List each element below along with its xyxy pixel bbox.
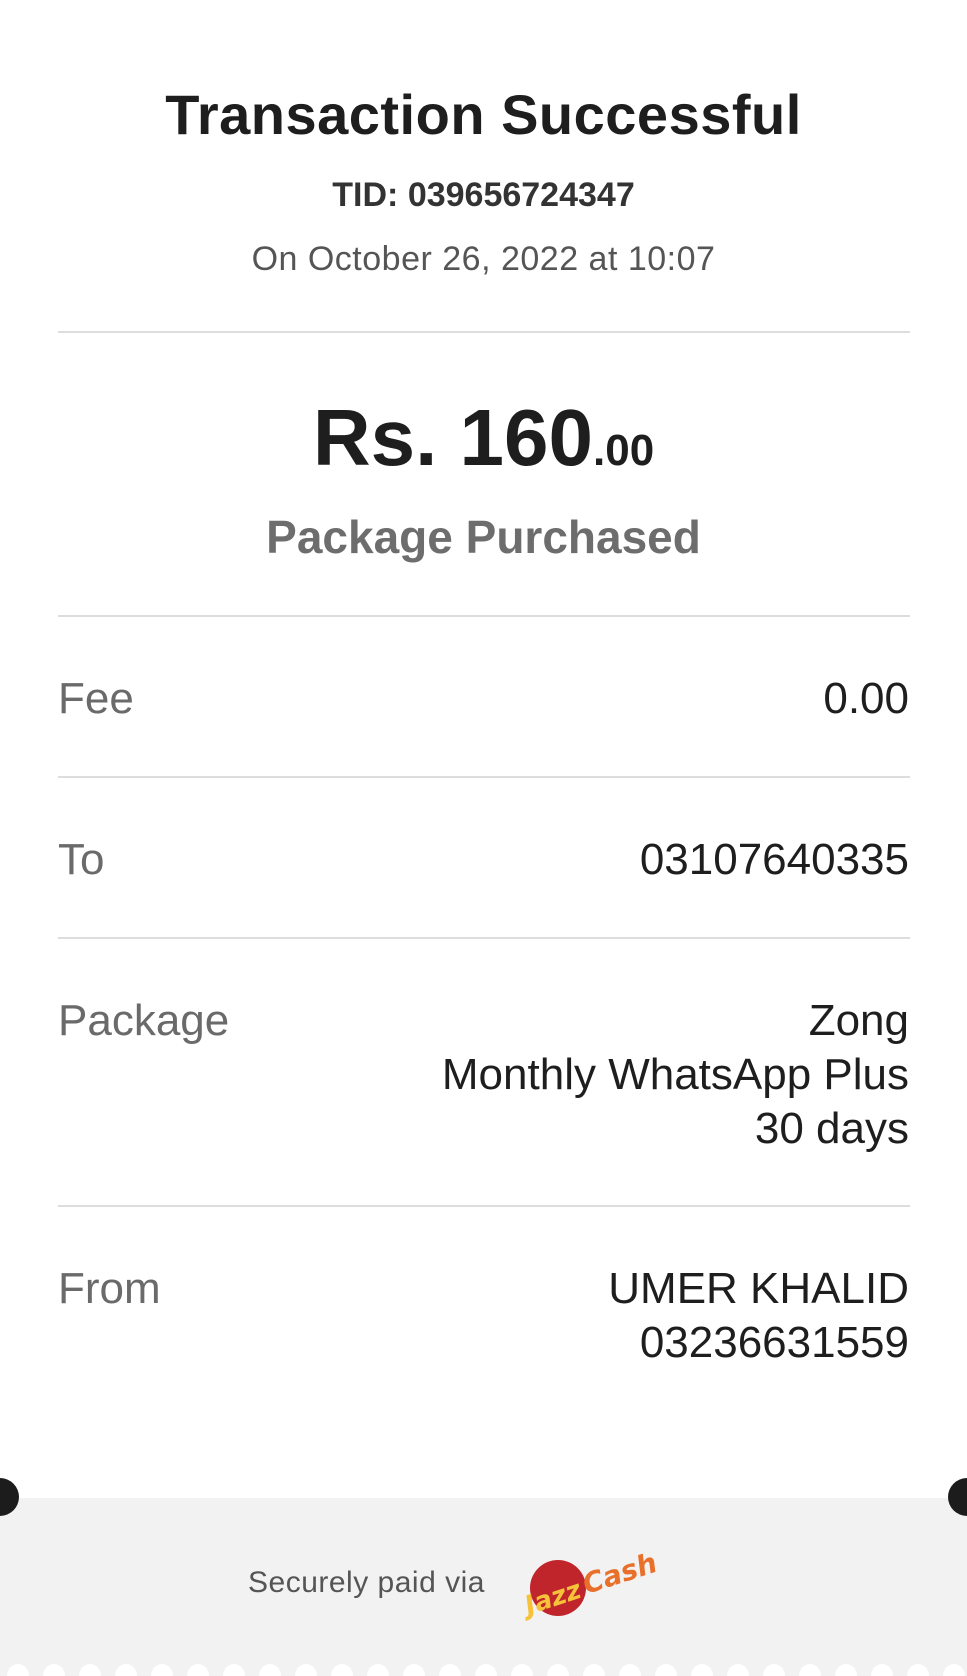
amount-label: Package Purchased xyxy=(266,511,701,563)
transaction-id: TID: 039656724347 xyxy=(0,176,967,215)
scallop xyxy=(151,1664,173,1676)
scallop xyxy=(547,1664,569,1676)
package-operator: Zong xyxy=(808,996,909,1045)
scallop xyxy=(187,1664,209,1676)
scallop xyxy=(619,1664,641,1676)
receipt-scalloped-edge xyxy=(7,1664,965,1676)
tid-value: 039656724347 xyxy=(407,176,635,214)
scallop xyxy=(799,1664,821,1676)
scallop xyxy=(403,1664,425,1676)
scallop xyxy=(7,1664,29,1676)
amount-decimal: .00 xyxy=(593,426,655,475)
amount-main: Rs. 160 xyxy=(312,393,594,482)
scallop xyxy=(331,1664,353,1676)
scallop xyxy=(907,1664,929,1676)
from-label: From xyxy=(58,1264,161,1313)
scallop xyxy=(43,1664,65,1676)
fee-label: Fee xyxy=(58,674,134,723)
scallop xyxy=(115,1664,137,1676)
page-title: Transaction Successful xyxy=(165,83,802,146)
scallop xyxy=(79,1664,101,1676)
package-label: Package xyxy=(58,996,230,1045)
scallop xyxy=(583,1664,605,1676)
amount: Rs. 160.00 xyxy=(0,392,967,484)
from-value: UMER KHALID 03236631559 xyxy=(608,1262,909,1370)
scallop xyxy=(439,1664,461,1676)
scallop xyxy=(763,1664,785,1676)
scallop xyxy=(691,1664,713,1676)
scallop xyxy=(259,1664,281,1676)
package-value: Zong Monthly WhatsApp Plus 30 days xyxy=(442,994,909,1156)
jazzcash-logo-cash: Cash xyxy=(578,1546,660,1601)
to-label: To xyxy=(58,835,105,884)
from-number: 03236631559 xyxy=(639,1318,909,1367)
receipt-card: Transaction Successful TID: 039656724347… xyxy=(0,0,967,1498)
fee-value: 0.00 xyxy=(823,674,909,723)
scallop xyxy=(367,1664,389,1676)
package-name: Monthly WhatsApp Plus xyxy=(441,1050,909,1099)
divider xyxy=(58,776,910,778)
scallop xyxy=(943,1664,965,1676)
scallop xyxy=(727,1664,749,1676)
scallop xyxy=(871,1664,893,1676)
secure-payment-text: Securely paid via xyxy=(248,1566,485,1599)
scallop xyxy=(475,1664,497,1676)
scallop xyxy=(511,1664,533,1676)
divider xyxy=(58,615,910,617)
package-validity: 30 days xyxy=(754,1104,909,1153)
divider xyxy=(58,937,910,939)
divider xyxy=(58,1205,910,1207)
scallop xyxy=(295,1664,317,1676)
jazzcash-logo: Jazz Cash xyxy=(520,1546,660,1622)
tid-label: TID: xyxy=(332,176,399,214)
divider xyxy=(58,331,910,333)
to-value: 03107640335 xyxy=(639,835,909,884)
transaction-datetime: On October 26, 2022 at 10:07 xyxy=(251,240,716,278)
scallop xyxy=(655,1664,677,1676)
scallop xyxy=(835,1664,857,1676)
from-name: UMER KHALID xyxy=(608,1264,909,1313)
scallop xyxy=(223,1664,245,1676)
